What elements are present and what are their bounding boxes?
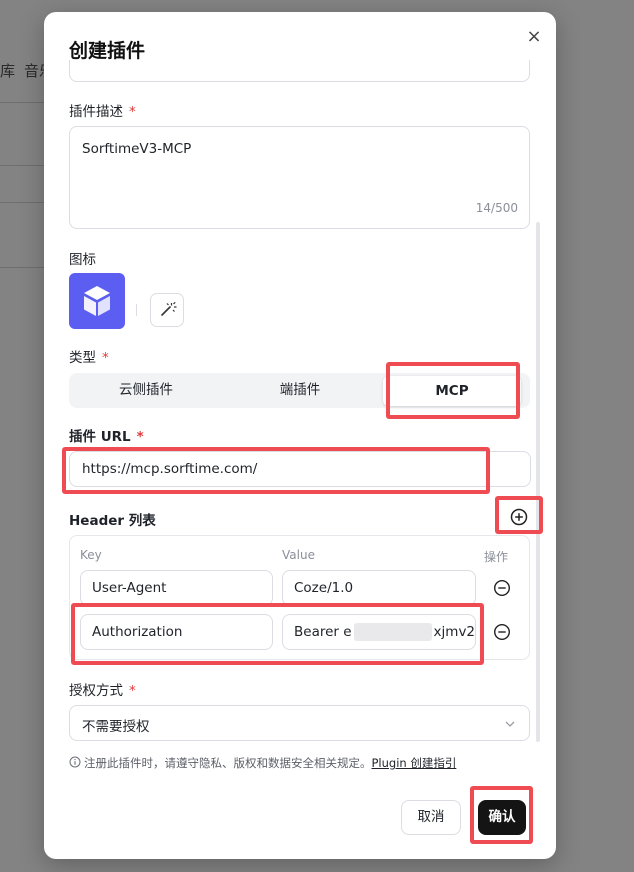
close-icon[interactable]: × [524,27,544,47]
url-label-text: 插件 URL [69,429,131,445]
chevron-down-icon [505,721,515,727]
description-label: 插件描述 * [69,100,136,120]
create-plugin-dialog: 创建插件 × 插件描述 * SorftimeV3-MCP 14/500 图标 类型… [44,12,556,859]
header-value-input[interactable]: Bearer e xjmv2 [282,614,476,650]
url-value: https://mcp.sorftime.com/ [82,461,258,477]
auth-label-text: 授权方式 [69,683,123,699]
magic-wand-icon [161,301,177,316]
column-header-value: Value [282,548,315,562]
url-input[interactable]: https://mcp.sorftime.com/ [69,451,531,487]
compliance-notice: 注册此插件时，请遵守隐私、版权和数据安全相关规定。Plugin 创建指引 [69,755,456,771]
generate-icon-button[interactable] [150,293,184,327]
plugin-icon-tile[interactable] [69,273,125,329]
description-value: SorftimeV3-MCP [82,141,192,157]
auth-value: 不需要授权 [82,719,150,735]
background-divider [0,165,46,166]
auth-select[interactable]: 不需要授权 [69,705,530,741]
background-divider [0,102,46,103]
description-counter: 14/500 [475,201,518,215]
header-key-input[interactable]: Authorization [80,614,273,650]
required-mark: * [129,104,136,120]
description-label-text: 插件描述 [69,104,123,120]
url-label: 插件 URL * [69,425,144,445]
icon-label: 图标 [69,252,96,268]
cancel-button[interactable]: 取消 [401,800,461,835]
info-icon [69,756,81,768]
remove-header-button[interactable] [493,579,511,597]
previous-field-edge [69,60,530,82]
confirm-button[interactable]: 确认 [478,800,526,835]
cube-icon [84,286,110,316]
header-value-input[interactable]: Coze/1.0 [282,570,476,606]
column-header-key: Key [80,548,102,562]
column-header-action: 操作 [484,550,509,564]
minus-circle-icon [493,579,511,597]
background-divider [0,267,46,268]
plugin-guide-link[interactable]: Plugin 创建指引 [372,756,457,770]
type-segmented-control: 云侧插件 端插件 MCP [69,373,530,408]
type-label: 类型 * [69,346,109,366]
header-value-suffix: xjmv2 [433,624,476,640]
redacted-token [353,623,432,641]
minus-circle-icon [493,623,511,641]
required-mark: * [136,429,144,445]
notice-text: 注册此插件时，请遵守隐私、版权和数据安全相关规定。 [84,756,372,770]
header-key-input[interactable]: User-Agent [80,570,273,606]
background-text-library: 库 [0,62,16,80]
type-label-text: 类型 [69,350,96,366]
header-value-prefix: Bearer e [294,624,352,640]
dialog-title: 创建插件 [69,40,146,62]
required-mark: * [129,683,136,699]
divider [136,304,137,316]
description-textarea[interactable]: SorftimeV3-MCP 14/500 [69,126,530,229]
type-option-mcp[interactable]: MCP [383,376,521,406]
type-option-cloud[interactable]: 云侧插件 [69,373,223,408]
plus-circle-icon [510,508,528,526]
type-option-local[interactable]: 端插件 [223,373,377,408]
header-list-label: Header 列表 [69,513,156,529]
add-header-button[interactable] [508,506,530,528]
background-divider [0,202,46,203]
scrollbar[interactable] [536,222,540,742]
auth-label: 授权方式 * [69,679,136,699]
required-mark: * [102,350,109,366]
remove-header-button[interactable] [493,623,511,641]
